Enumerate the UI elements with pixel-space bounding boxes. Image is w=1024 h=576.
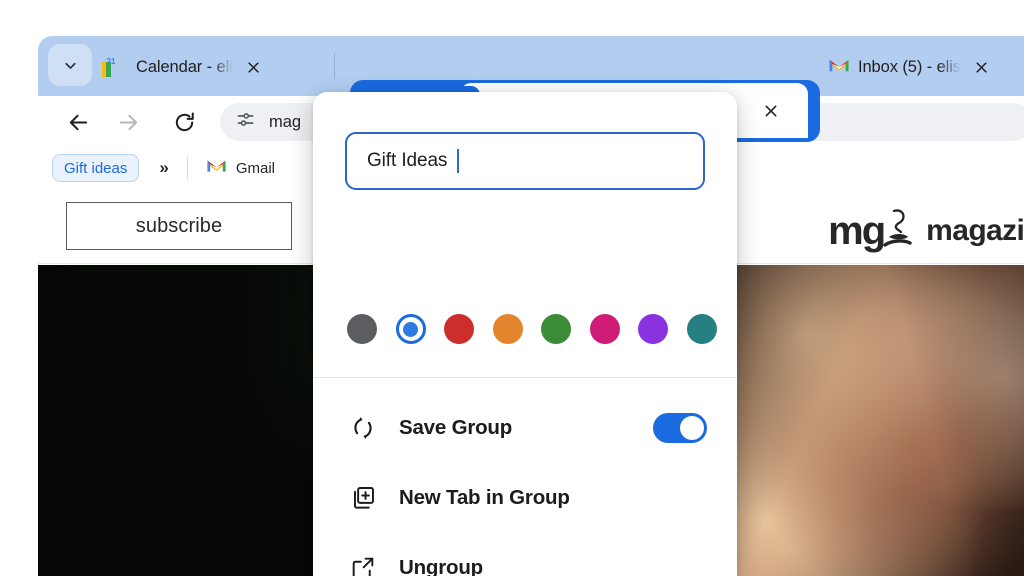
- menu-item-save-group[interactable]: Save Group: [313, 396, 737, 460]
- menu-item-save-group-label: Save Group: [399, 416, 513, 439]
- tab-close-magazineglam[interactable]: [758, 98, 784, 124]
- subscribe-button-label: subscribe: [135, 214, 223, 237]
- tab-title-calendar: Calendar - eli: [136, 57, 233, 76]
- back-button[interactable]: [58, 102, 98, 142]
- tab-gmail-inbox[interactable]: Inbox (5) - elis: [824, 44, 1024, 90]
- google-calendar-icon: 31: [102, 57, 126, 77]
- group-color-picker: [347, 312, 717, 346]
- color-swatch-cyan[interactable]: [686, 314, 717, 344]
- tab-close-calendar[interactable]: [241, 54, 267, 80]
- group-name-input-value: Gift Ideas: [367, 150, 448, 171]
- bookmark-gift-ideas[interactable]: Gift ideas: [52, 154, 140, 182]
- reload-button[interactable]: [164, 102, 204, 142]
- color-swatch-blue[interactable]: [395, 314, 426, 344]
- tab-title-gmail-inbox: Inbox (5) - elis: [858, 57, 961, 76]
- color-swatch-purple[interactable]: [638, 314, 669, 344]
- face-glyph-icon: [880, 206, 912, 255]
- bookmark-gmail[interactable]: Gmail: [202, 158, 279, 179]
- subscribe-button[interactable]: subscribe: [66, 202, 292, 250]
- menu-item-ungroup[interactable]: Ungroup: [313, 536, 737, 576]
- bookmarks-overflow-button[interactable]: »: [155, 158, 172, 178]
- sync-save-icon: [349, 414, 377, 442]
- site-logo-wordmark: magazin: [926, 213, 1024, 247]
- ungroup-arrow-icon: [349, 554, 377, 576]
- site-logo-mark: mg: [828, 208, 886, 253]
- bookmark-gift-ideas-label: Gift ideas: [64, 159, 128, 177]
- chevron-down-icon: [62, 57, 79, 74]
- new-tab-plus-icon: [349, 484, 377, 512]
- tab-group-editor-popup: Gift Ideas Save Group New Tab in Group U…: [313, 92, 737, 576]
- color-swatch-grey[interactable]: [347, 314, 377, 344]
- color-swatch-green[interactable]: [541, 314, 572, 344]
- color-swatch-orange[interactable]: [492, 314, 523, 344]
- color-swatch-red[interactable]: [444, 314, 475, 344]
- site-logo[interactable]: mg magazin: [828, 206, 1024, 255]
- address-bar-value: mag: [269, 112, 302, 131]
- tab-search-button[interactable]: [48, 44, 92, 86]
- tab-strip: 31 Calendar - eli: [38, 36, 1024, 142]
- forward-button[interactable]: [108, 102, 148, 142]
- group-name-input[interactable]: Gift Ideas: [345, 132, 705, 190]
- toggle-knob: [680, 416, 704, 440]
- menu-item-new-tab-in-group-label: New Tab in Group: [399, 486, 570, 509]
- bookmarks-divider: [186, 157, 188, 179]
- bookmark-gmail-label: Gmail: [235, 159, 276, 177]
- hero-image-right: [728, 265, 1024, 576]
- menu-item-new-tab-in-group[interactable]: New Tab in Group: [313, 466, 737, 530]
- save-group-toggle[interactable]: [653, 413, 707, 443]
- tab-separator: [334, 53, 335, 79]
- tab-close-gmail-inbox[interactable]: [969, 54, 995, 80]
- text-caret: [457, 149, 459, 173]
- popup-divider: [313, 377, 737, 378]
- gmail-icon: [828, 57, 849, 77]
- tune-settings-icon[interactable]: [236, 110, 255, 134]
- screenshot-root: 31 Calendar - eli: [0, 0, 1024, 576]
- tab-calendar[interactable]: 31 Calendar - eli: [102, 44, 320, 90]
- color-swatch-pink[interactable]: [589, 314, 620, 344]
- gmail-icon: [206, 158, 227, 179]
- menu-item-ungroup-label: Ungroup: [399, 556, 483, 576]
